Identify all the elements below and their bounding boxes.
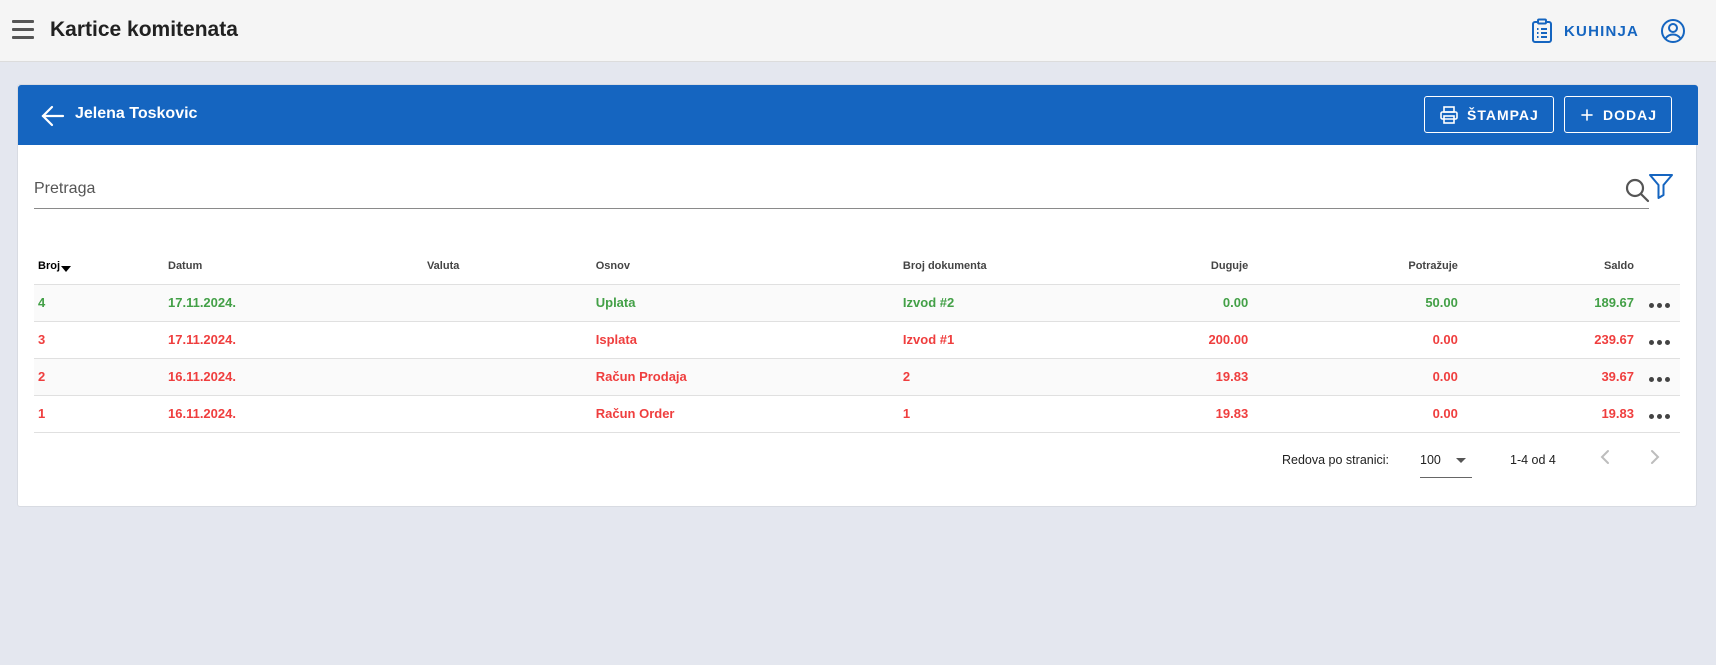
kitchen-button[interactable]: KUHINJA <box>1530 18 1639 44</box>
table-row[interactable]: 4 17.11.2024. Uplata Izvod #2 0.00 50.00… <box>34 284 1680 322</box>
app-bar: Kartice komitenata KUHINJA <box>0 0 1716 62</box>
cell-valuta <box>422 358 592 396</box>
menu-icon[interactable] <box>12 20 34 40</box>
print-button[interactable]: ŠTAMPAJ <box>1424 96 1554 133</box>
cell-osnov: Uplata <box>591 284 899 322</box>
cell-broj: 3 <box>34 321 164 359</box>
cell-duguje: 19.83 <box>1108 395 1253 433</box>
caret-down-icon <box>1456 458 1466 463</box>
col-broj[interactable]: Broj <box>34 249 164 285</box>
sort-desc-icon <box>61 266 71 273</box>
cell-saldo: 39.67 <box>1461 358 1638 396</box>
cell-datum: 16.11.2024. <box>164 358 423 396</box>
rows-per-page-select[interactable]: 100 <box>1420 444 1472 478</box>
cell-valuta <box>422 284 592 322</box>
card-header: Jelena Toskovic ŠTAMPAJ DODAJ <box>18 85 1698 145</box>
chevron-right-icon[interactable] <box>1643 445 1667 469</box>
plus-icon <box>1581 108 1593 121</box>
col-osnov[interactable]: Osnov <box>591 249 899 285</box>
chevron-left-icon[interactable] <box>1593 445 1617 469</box>
transactions-table: Broj Datum Valuta Osnov Broj dokumenta D… <box>34 249 1680 433</box>
cell-broj: 1 <box>34 395 164 433</box>
col-actions <box>1638 249 1680 285</box>
filter-icon[interactable] <box>1647 172 1675 200</box>
cell-datum: 17.11.2024. <box>164 321 423 359</box>
back-arrow-icon[interactable] <box>40 103 66 129</box>
rows-per-page-value: 100 <box>1420 453 1441 467</box>
clipboard-icon <box>1532 18 1552 43</box>
cell-duguje: 200.00 <box>1108 321 1253 359</box>
pagination-range: 1-4 od 4 <box>1510 453 1556 467</box>
more-icon[interactable] <box>1638 358 1680 396</box>
add-button[interactable]: DODAJ <box>1564 96 1672 133</box>
col-valuta[interactable]: Valuta <box>422 249 592 285</box>
page-title: Kartice komitenata <box>50 18 238 41</box>
print-label: ŠTAMPAJ <box>1467 106 1539 123</box>
cell-saldo: 189.67 <box>1461 284 1638 322</box>
more-icon[interactable] <box>1638 395 1680 433</box>
search-input[interactable] <box>34 171 1604 207</box>
col-saldo[interactable]: Saldo <box>1461 249 1638 285</box>
cell-broj-dokumenta: Izvod #2 <box>898 284 1109 322</box>
table-row[interactable]: 1 16.11.2024. Račun Order 1 19.83 0.00 1… <box>34 395 1680 433</box>
cell-duguje: 0.00 <box>1108 284 1253 322</box>
cell-osnov: Račun Prodaja <box>591 358 899 396</box>
cell-broj-dokumenta: Izvod #1 <box>898 321 1109 359</box>
cell-broj-dokumenta: 1 <box>898 395 1109 433</box>
more-icon[interactable] <box>1638 284 1680 322</box>
cell-broj-dokumenta: 2 <box>898 358 1109 396</box>
cell-potrazuje: 0.00 <box>1252 358 1462 396</box>
cell-saldo: 19.83 <box>1461 395 1638 433</box>
cell-osnov: Račun Order <box>591 395 899 433</box>
more-icon[interactable] <box>1638 321 1680 359</box>
table-header-row: Broj Datum Valuta Osnov Broj dokumenta D… <box>34 249 1680 285</box>
rows-per-page-label: Redova po stranici: <box>1282 453 1390 467</box>
client-name: Jelena Toskovic <box>75 105 198 122</box>
printer-icon <box>1440 105 1458 124</box>
table-row[interactable]: 2 16.11.2024. Račun Prodaja 2 19.83 0.00… <box>34 358 1680 396</box>
cell-valuta <box>422 321 592 359</box>
cell-saldo: 239.67 <box>1461 321 1638 359</box>
cell-potrazuje: 0.00 <box>1252 395 1462 433</box>
cell-datum: 16.11.2024. <box>164 395 423 433</box>
cell-potrazuje: 50.00 <box>1252 284 1462 322</box>
table-row[interactable]: 3 17.11.2024. Isplata Izvod #1 200.00 0.… <box>34 321 1680 359</box>
cell-broj: 4 <box>34 284 164 322</box>
add-label: DODAJ <box>1602 106 1657 123</box>
col-duguje[interactable]: Duguje <box>1108 249 1253 285</box>
cell-datum: 17.11.2024. <box>164 284 423 322</box>
account-icon[interactable] <box>1660 18 1686 44</box>
col-broj-dokumenta[interactable]: Broj dokumenta <box>898 249 1109 285</box>
cell-valuta <box>422 395 592 433</box>
kitchen-label: KUHINJA <box>1564 22 1640 40</box>
col-potrazuje[interactable]: Potražuje <box>1252 249 1462 285</box>
cell-broj: 2 <box>34 358 164 396</box>
cell-duguje: 19.83 <box>1108 358 1253 396</box>
cell-potrazuje: 0.00 <box>1252 321 1462 359</box>
col-datum[interactable]: Datum <box>164 249 423 285</box>
cell-osnov: Isplata <box>591 321 899 359</box>
search-field <box>34 171 1650 209</box>
col-broj-label: Broj <box>38 260 60 273</box>
